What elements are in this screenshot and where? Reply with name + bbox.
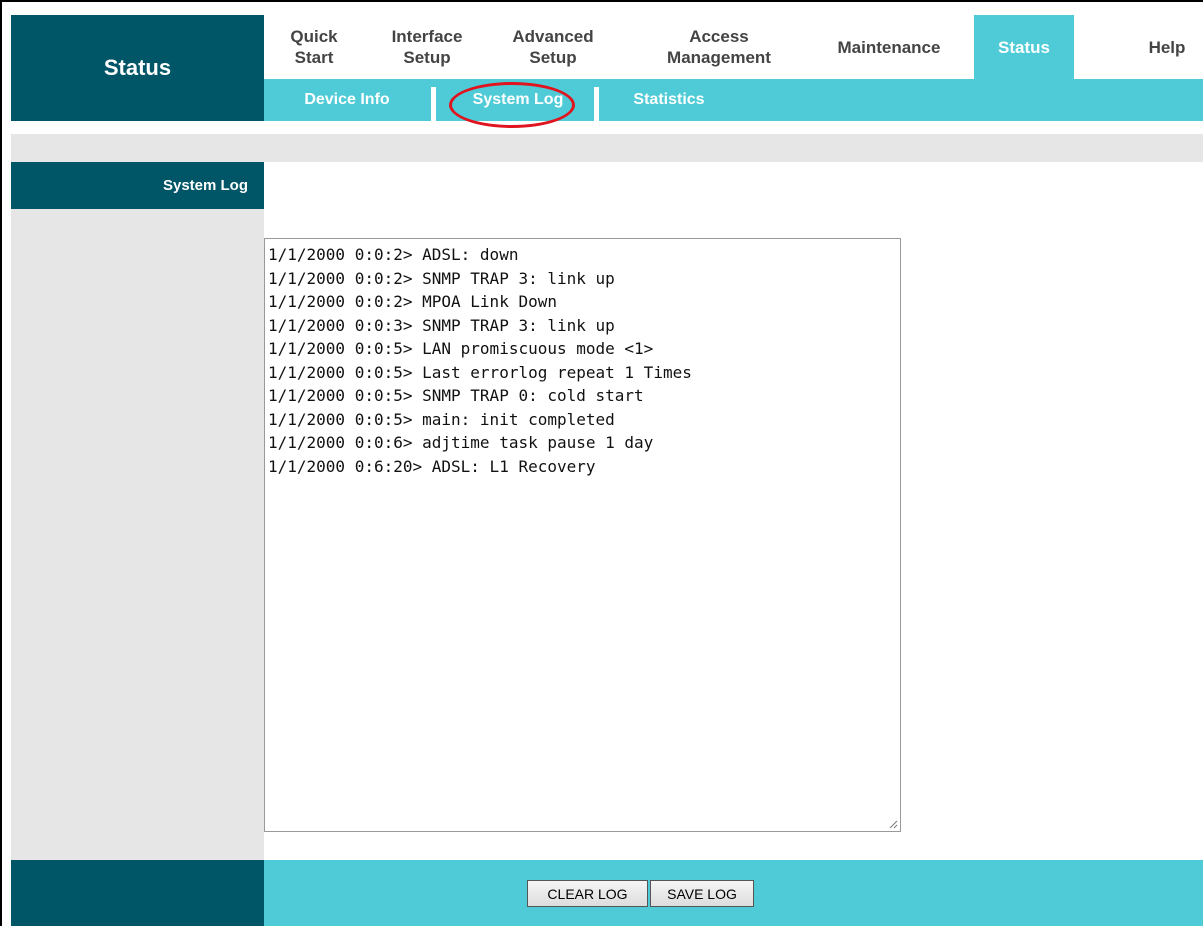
menu-status[interactable]: Status <box>974 15 1074 79</box>
section-title: System Log <box>162 177 248 194</box>
log-line: 1/1/2000 0:0:5> SNMP TRAP 0: cold start <box>268 386 644 405</box>
tab-separator <box>431 87 436 121</box>
menu-label-line2: Start <box>294 48 334 67</box>
header-divider-bar <box>11 134 1203 162</box>
menu-label-line1: Interface <box>391 27 463 46</box>
resize-grip-icon[interactable] <box>888 819 898 829</box>
tab-device-info[interactable]: Device Info <box>282 79 412 121</box>
tab-system-log[interactable]: System Log <box>444 79 592 121</box>
system-log-textarea[interactable]: 1/1/2000 0:0:2> ADSL: down 1/1/2000 0:0:… <box>264 238 901 832</box>
menu-label-line2: Setup <box>529 48 577 67</box>
menu-label-line2: Setup <box>403 48 451 67</box>
tab-label: Device Info <box>304 91 390 108</box>
menu-access-management[interactable]: Access Management <box>644 15 794 79</box>
tab-label: System Log <box>472 91 564 108</box>
log-line: 1/1/2000 0:0:2> ADSL: down <box>268 245 519 264</box>
menu-maintenance[interactable]: Maintenance <box>819 15 959 79</box>
side-column <box>11 162 264 860</box>
log-line: 1/1/2000 0:0:2> SNMP TRAP 3: link up <box>268 268 615 288</box>
menu-label-line1: Status <box>998 37 1050 57</box>
log-line: 1/1/2000 0:0:5> main: init completed <box>268 409 615 429</box>
menu-help[interactable]: Help <box>1129 15 1203 79</box>
menu-label-line2: Management <box>667 48 771 67</box>
save-log-button[interactable]: SAVE LOG <box>650 880 754 907</box>
log-line: 1/1/2000 0:0:5> LAN promiscuous mode <1> <box>268 339 654 358</box>
menu-label-line1: Advanced <box>512 27 594 46</box>
menu-label-line1: Quick <box>290 27 338 46</box>
footer-left-block <box>11 860 264 926</box>
tab-label: Statistics <box>633 91 705 108</box>
brand-title: Status <box>103 55 172 80</box>
menu-advanced-setup[interactable]: Advanced Setup <box>498 15 608 79</box>
brand-block: Status <box>11 15 264 121</box>
menu-label-line1: Access <box>689 27 749 46</box>
log-line: 1/1/2000 0:0:5> Last errorlog repeat 1 T… <box>268 362 692 382</box>
tab-statistics[interactable]: Statistics <box>609 79 729 121</box>
log-line: 1/1/2000 0:0:3> SNMP TRAP 3: link up <box>268 315 615 335</box>
page-frame: Status Quick Start Interface Setup Advance… <box>0 0 1203 926</box>
menu-quick-start[interactable]: Quick Start <box>264 15 364 79</box>
tab-separator <box>594 87 599 121</box>
log-line: 1/1/2000 0:0:6> adjtime task pause 1 day <box>268 433 654 452</box>
menu-label-line1: Help <box>1148 37 1186 57</box>
section-title-block: System Log <box>11 162 264 209</box>
top-menu: Quick Start Interface Setup Advanced Setup … <box>264 15 1203 79</box>
log-line: 1/1/2000 0:6:20> ADSL: L1 Recovery <box>268 456 596 476</box>
clear-log-button[interactable]: CLEAR LOG <box>527 880 648 907</box>
sub-menu: Device Info System Log Statistics <box>264 79 1203 121</box>
log-line: 1/1/2000 0:0:2> MPOA Link Down <box>268 292 557 311</box>
menu-interface-setup[interactable]: Interface Setup <box>368 15 486 79</box>
menu-label-line1: Maintenance <box>837 37 941 57</box>
